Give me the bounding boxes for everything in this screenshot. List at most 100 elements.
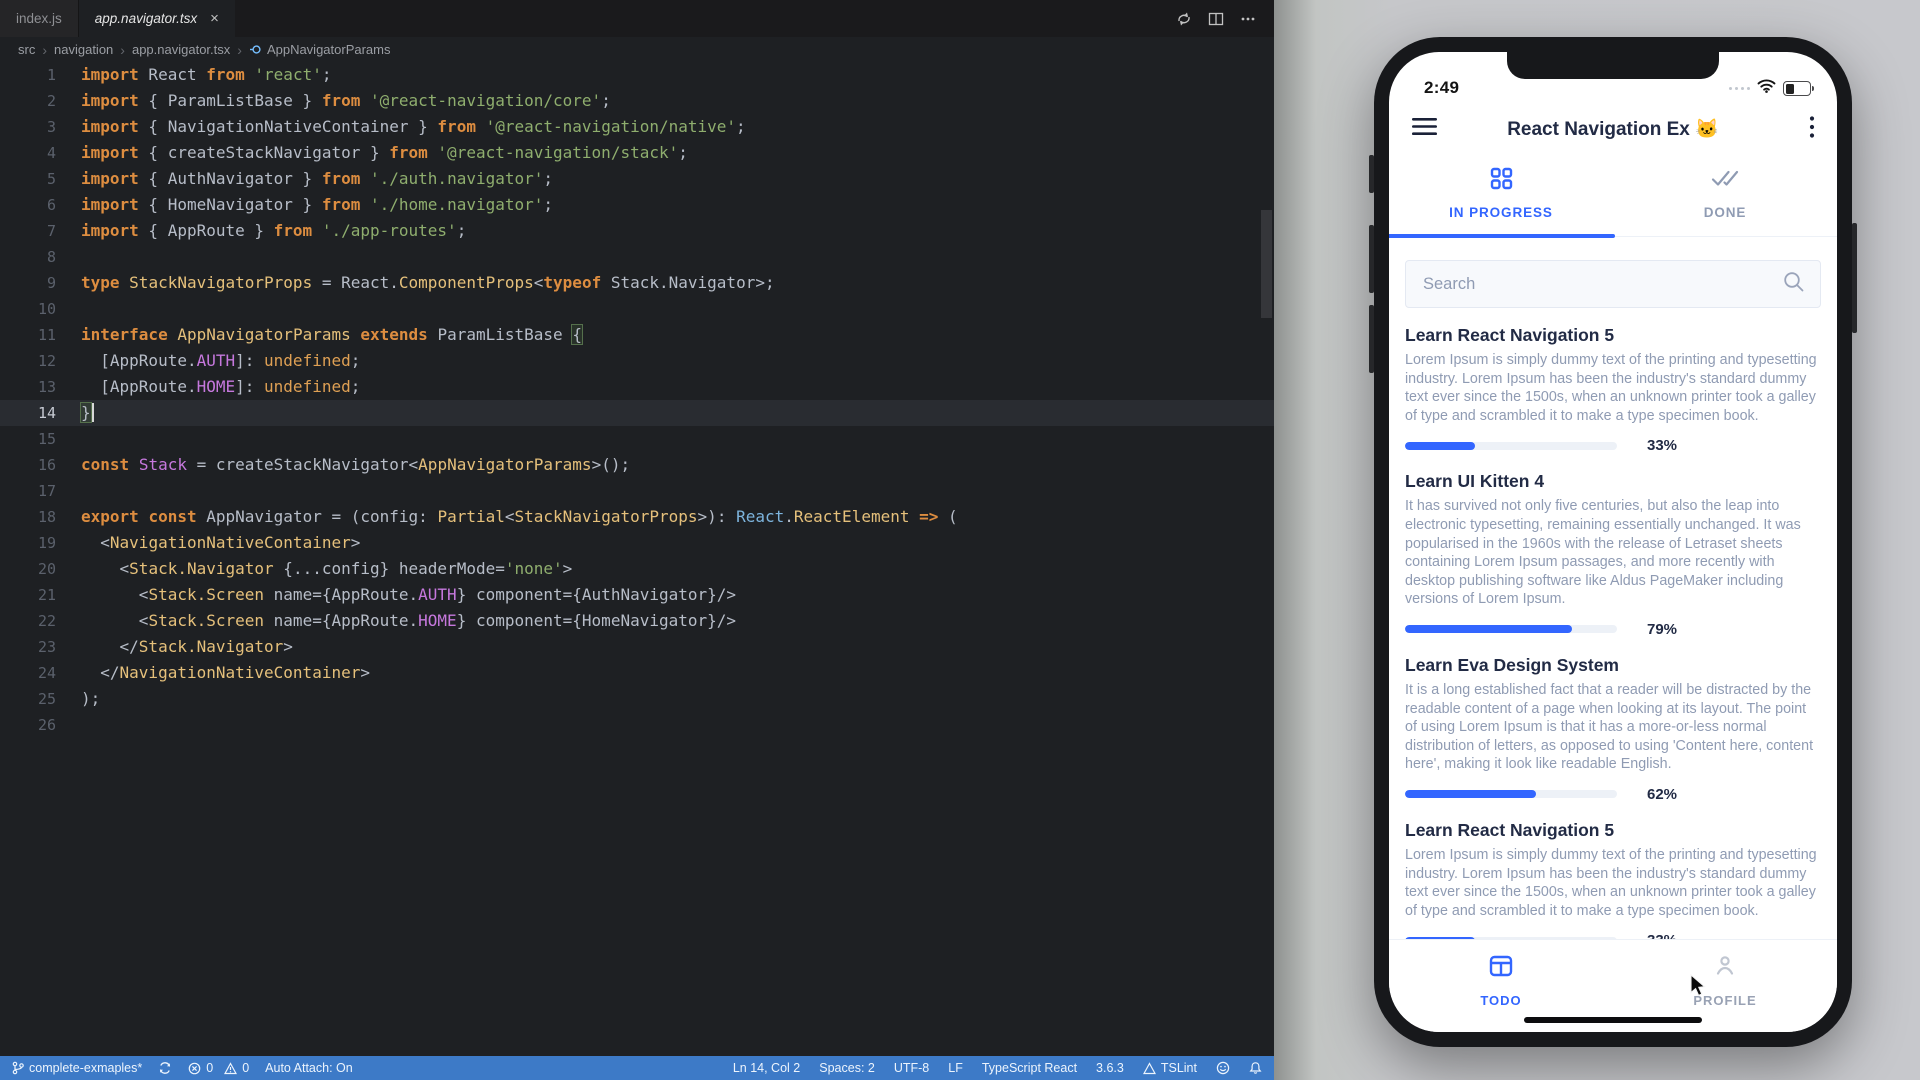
app-title: React Navigation Ex 🐱 <box>1389 117 1837 141</box>
line-number: 16 <box>0 452 81 478</box>
sync-icon <box>158 1061 172 1075</box>
line-number: 23 <box>0 634 81 660</box>
app-header: React Navigation Ex 🐱 <box>1389 100 1837 158</box>
code-line[interactable]: 10 <box>0 296 1274 322</box>
line-number: 21 <box>0 582 81 608</box>
task-card[interactable]: Learn React Navigation 5 Lorem Ipsum is … <box>1405 308 1821 454</box>
breadcrumb-item-symbol[interactable]: AppNavigatorParams <box>249 42 391 57</box>
code-line[interactable]: 26 <box>0 712 1274 738</box>
line-number: 9 <box>0 270 81 296</box>
line-number: 14 <box>0 400 81 426</box>
progress-percent: 33% <box>1647 437 1677 454</box>
line-number: 25 <box>0 686 81 712</box>
open-changes-icon[interactable] <box>1176 11 1192 27</box>
close-tab-icon[interactable]: × <box>210 10 219 27</box>
editor-scrollbar[interactable] <box>1261 210 1272 318</box>
task-description: Lorem Ipsum is simply dummy text of the … <box>1405 846 1821 920</box>
breadcrumb-item[interactable]: navigation <box>54 42 113 57</box>
task-title: Learn Eva Design System <box>1405 655 1821 676</box>
menu-hamburger-icon[interactable] <box>1411 117 1438 142</box>
sync-status[interactable] <box>158 1061 172 1075</box>
language-mode-status[interactable]: TypeScript React <box>982 1061 1077 1075</box>
tab-index-js[interactable]: index.js <box>0 0 79 37</box>
vscode-editor-pane: index.js app.navigator.tsx × src › <box>0 0 1274 1080</box>
task-card[interactable]: Learn Eva Design System It is a long est… <box>1405 638 1821 803</box>
code-line[interactable]: 9type StackNavigatorProps = React.Compon… <box>0 270 1274 296</box>
task-progress: 62% <box>1405 786 1821 803</box>
task-description: It has survived not only five centuries,… <box>1405 497 1821 609</box>
code-editor[interactable]: 1import React from 'react';2import { Par… <box>0 62 1274 1056</box>
breadcrumb-item[interactable]: app.navigator.tsx <box>132 42 230 57</box>
code-line[interactable]: 20 <Stack.Navigator {...config} headerMo… <box>0 556 1274 582</box>
code-line[interactable]: 18export const AppNavigator = (config: P… <box>0 504 1274 530</box>
breadcrumb-separator-icon: › <box>237 42 242 58</box>
breadcrumb-separator-icon: › <box>42 42 47 58</box>
breadcrumb: src › navigation › app.navigator.tsx › A… <box>0 37 1274 62</box>
search-box[interactable] <box>1405 260 1821 308</box>
code-line[interactable]: 21 <Stack.Screen name={AppRoute.AUTH} co… <box>0 582 1274 608</box>
person-icon <box>1712 953 1738 984</box>
auto-attach-status[interactable]: Auto Attach: On <box>265 1061 353 1075</box>
task-card[interactable]: Learn UI Kitten 4 It has survived not on… <box>1405 454 1821 638</box>
tab-app-navigator-tsx[interactable]: app.navigator.tsx × <box>79 0 235 37</box>
code-line[interactable]: 17 <box>0 478 1274 504</box>
code-line[interactable]: 14} <box>0 400 1274 426</box>
code-line[interactable]: 24 </NavigationNativeContainer> <box>0 660 1274 686</box>
search-icon <box>1782 270 1805 298</box>
task-card[interactable]: Learn React Navigation 5 Lorem Ipsum is … <box>1405 803 1821 949</box>
line-number: 11 <box>0 322 81 348</box>
notifications-bell-icon[interactable] <box>1249 1061 1262 1075</box>
breadcrumb-item[interactable]: src <box>18 42 35 57</box>
overflow-menu-icon[interactable] <box>1809 115 1815 144</box>
line-number: 5 <box>0 166 81 192</box>
volume-down-button <box>1369 305 1374 373</box>
code-line[interactable]: 25); <box>0 686 1274 712</box>
phone-screen: 2:49 React Navigation Ex 🐱 <box>1389 52 1837 1032</box>
cursor-position-status[interactable]: Ln 14, Col 2 <box>733 1061 800 1075</box>
tab-done[interactable]: DONE <box>1613 166 1837 234</box>
eol-status[interactable]: LF <box>948 1061 963 1075</box>
more-actions-icon[interactable] <box>1240 11 1256 27</box>
code-line[interactable]: 4import { createStackNavigator } from '@… <box>0 140 1274 166</box>
line-number: 8 <box>0 244 81 270</box>
code-line[interactable]: 15 <box>0 426 1274 452</box>
feedback-smiley-icon[interactable] <box>1216 1061 1230 1075</box>
git-branch-icon <box>12 1061 24 1075</box>
indentation-status[interactable]: Spaces: 2 <box>819 1061 875 1075</box>
search-input[interactable] <box>1421 274 1782 295</box>
code-line[interactable]: 3import { NavigationNativeContainer } fr… <box>0 114 1274 140</box>
code-line[interactable]: 23 </Stack.Navigator> <box>0 634 1274 660</box>
home-indicator[interactable] <box>1524 1017 1702 1023</box>
code-line[interactable]: 1import React from 'react'; <box>0 62 1274 88</box>
split-editor-icon[interactable] <box>1208 11 1224 27</box>
code-line[interactable]: 13 [AppRoute.HOME]: undefined; <box>0 374 1274 400</box>
code-line[interactable]: 5import { AuthNavigator } from './auth.n… <box>0 166 1274 192</box>
status-time: 2:49 <box>1424 78 1459 98</box>
tslint-warning-icon <box>1143 1062 1156 1075</box>
layout-icon <box>1488 953 1514 984</box>
line-number: 17 <box>0 478 81 504</box>
mute-switch <box>1369 155 1374 193</box>
encoding-status[interactable]: UTF-8 <box>894 1061 929 1075</box>
code-line[interactable]: 7import { AppRoute } from './app-routes'… <box>0 218 1274 244</box>
problems-status[interactable]: 0 0 <box>188 1061 249 1075</box>
line-number: 20 <box>0 556 81 582</box>
code-line[interactable]: 6import { HomeNavigator } from './home.n… <box>0 192 1274 218</box>
wifi-icon <box>1757 79 1776 98</box>
code-line[interactable]: 19 <NavigationNativeContainer> <box>0 530 1274 556</box>
tslint-status[interactable]: TSLint <box>1143 1061 1197 1075</box>
cellular-signal-icon <box>1729 87 1751 91</box>
code-line[interactable]: 16const Stack = createStackNavigator<App… <box>0 452 1274 478</box>
code-line[interactable]: 8 <box>0 244 1274 270</box>
code-line[interactable]: 22 <Stack.Screen name={AppRoute.HOME} co… <box>0 608 1274 634</box>
desktop-background: 2:49 React Navigation Ex 🐱 <box>1274 0 1920 1080</box>
screenshot-root: index.js app.navigator.tsx × src › <box>0 0 1920 1080</box>
typescript-version-status[interactable]: 3.6.3 <box>1096 1061 1124 1075</box>
git-branch-status[interactable]: complete-exmaples* <box>12 1061 142 1075</box>
code-line[interactable]: 2import { ParamListBase } from '@react-n… <box>0 88 1274 114</box>
tab-in-progress[interactable]: IN PROGRESS <box>1389 166 1613 234</box>
active-tab-indicator <box>1389 234 1615 238</box>
code-line[interactable]: 12 [AppRoute.AUTH]: undefined; <box>0 348 1274 374</box>
line-number: 3 <box>0 114 81 140</box>
code-line[interactable]: 11interface AppNavigatorParams extends P… <box>0 322 1274 348</box>
